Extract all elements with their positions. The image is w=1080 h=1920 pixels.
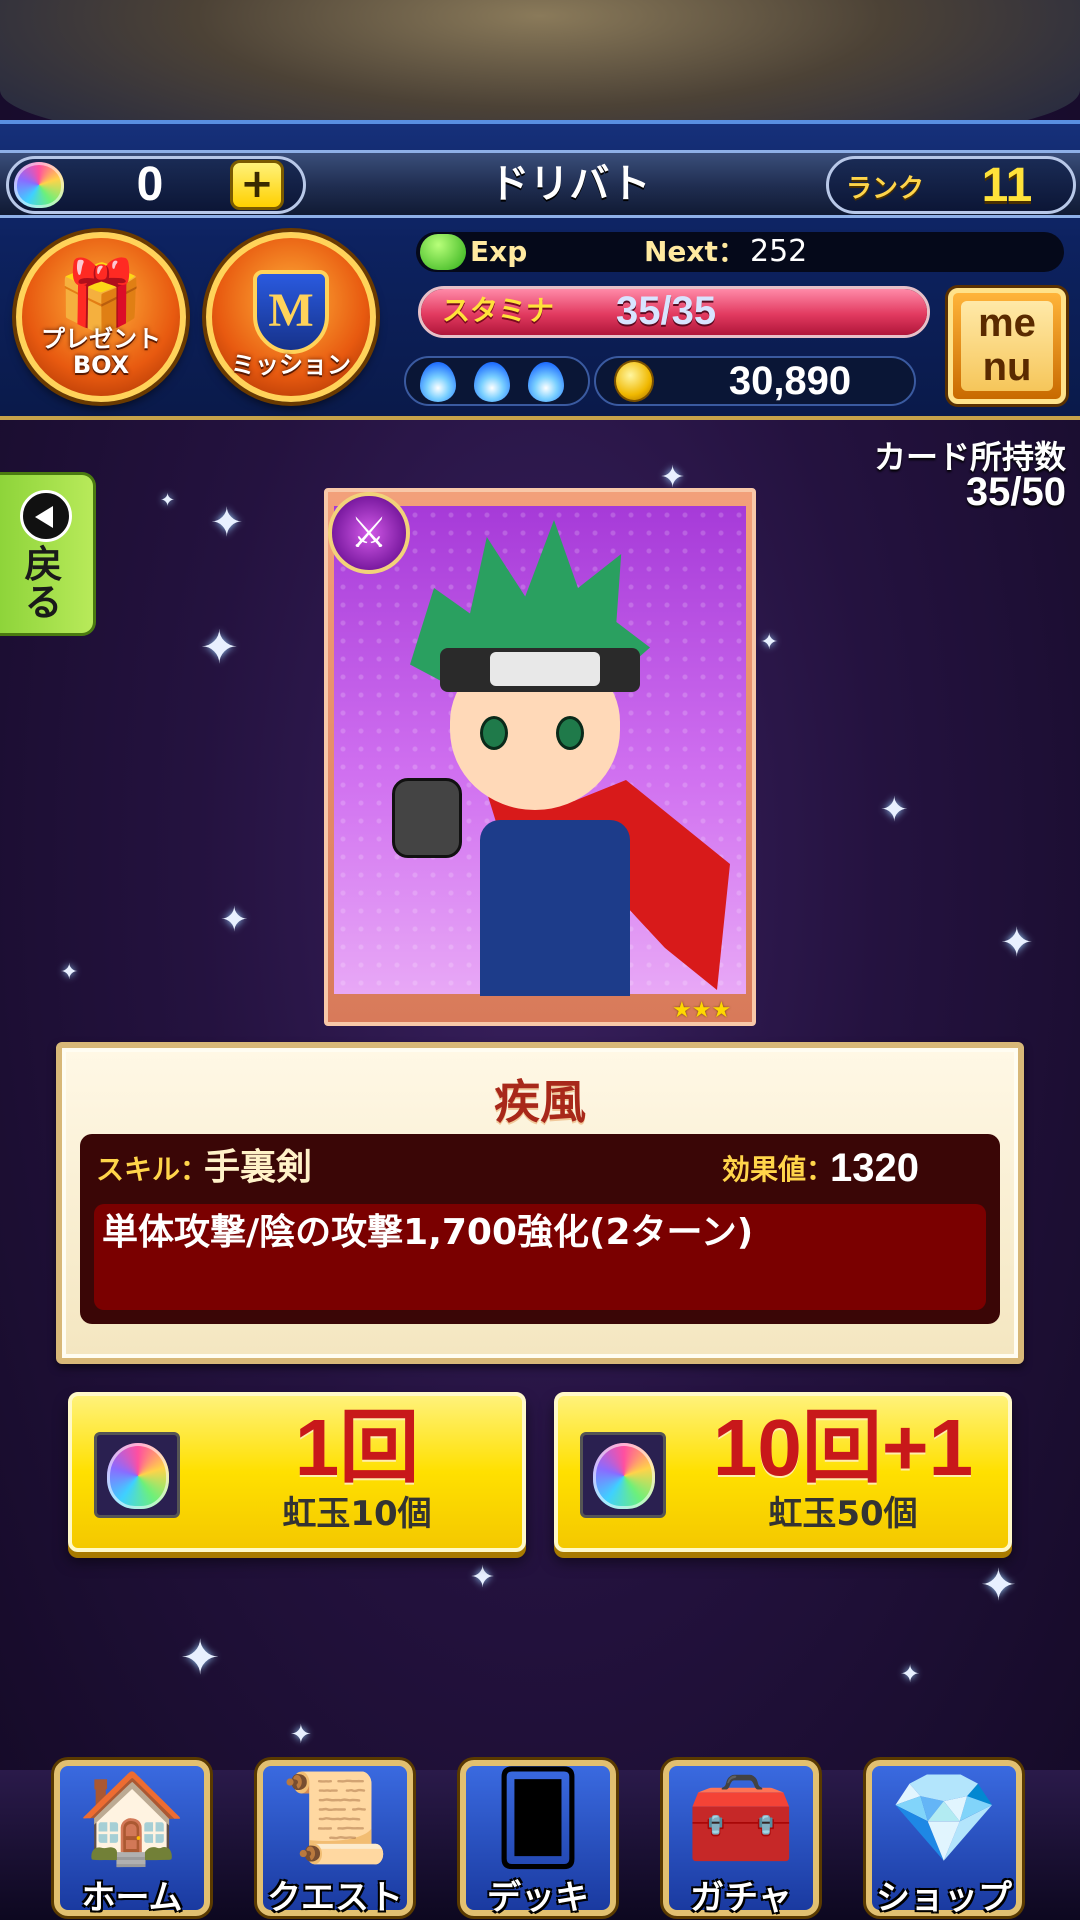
nav-shop[interactable]: 💎 ショップ [856, 1752, 1032, 1920]
exp-gauge-icon [420, 234, 466, 270]
card-count-value: 35/50 [965, 470, 1066, 514]
sparkle-icon: ✦ [180, 1630, 221, 1686]
coin-icon [614, 360, 654, 402]
next-label: Next： [644, 235, 746, 268]
gacha-screen: 0 + ドリバト ランク 11 🎁 プレゼント BOX M ミッション Exp … [0, 0, 1080, 1920]
mission-label: ミッション [231, 351, 351, 379]
single-gacha-button[interactable]: 1回 虹玉10個 [68, 1392, 526, 1552]
player-name: ドリバト [489, 161, 651, 207]
cards-icon: 🂠 [492, 1766, 584, 1869]
coin-value: 30,890 [728, 359, 852, 403]
present-box-button[interactable]: 🎁 プレゼント BOX [16, 232, 186, 402]
gacha-title: 1回 [294, 1403, 420, 1492]
rank-value: 11 [981, 159, 1033, 212]
sparkle-icon: ✦ [760, 630, 779, 655]
gacha-title: 10回+1 [712, 1403, 974, 1492]
effect-value: 1320 [830, 1146, 919, 1190]
stamina-label: スタミナ [442, 294, 555, 327]
present-box-label: プレゼント BOX [41, 325, 161, 379]
nav-quest[interactable]: 📜 クエスト [247, 1752, 423, 1920]
sparkle-icon: ✦ [470, 1560, 496, 1595]
rank-label: ランク [846, 174, 925, 204]
blue-flame-icon [420, 362, 456, 402]
sparkle-icon: ✦ [290, 1720, 312, 1750]
character-eye [556, 716, 584, 750]
mission-crest-icon: M [253, 270, 329, 354]
character-fist [392, 778, 462, 858]
scroll-icon: 📜 [280, 1766, 390, 1869]
nav-label: デッキ [487, 1878, 589, 1918]
sparkle-icon: ✦ [220, 900, 249, 940]
skill-description: 単体攻撃/陰の攻撃1,700強化(2ターン) [102, 1212, 754, 1253]
gift-box-icon: 🎁 [57, 255, 145, 338]
effect-label: 効果値： [722, 1153, 835, 1186]
sparkle-icon: ✦ [980, 1560, 1017, 1611]
menu-label: me nu [961, 301, 1053, 391]
sparkle-icon: ✦ [880, 790, 909, 830]
rainbow-gem-icon [107, 1443, 169, 1509]
menu-button[interactable]: me nu [948, 288, 1066, 404]
back-arrow-icon [20, 490, 72, 542]
skill-label: スキル： [96, 1153, 209, 1186]
nav-label: ショップ [876, 1878, 1012, 1918]
next-exp-value: 252 [750, 234, 808, 269]
treasure-chest-icon: 🧰 [686, 1766, 796, 1869]
character-body [480, 820, 630, 996]
house-icon: 🏠 [77, 1766, 187, 1869]
gem-frame [580, 1432, 666, 1518]
gem-count: 0 [136, 158, 164, 211]
card-name: 疾風 [494, 1075, 586, 1129]
nav-label: クエスト [267, 1878, 403, 1918]
mission-button[interactable]: M ミッション [206, 232, 376, 402]
sparkle-icon: ✦ [200, 620, 239, 674]
blue-flame-icon [528, 362, 564, 402]
nav-gacha[interactable]: 🧰 ガチャ [653, 1752, 829, 1920]
nav-label: ガチャ [690, 1878, 792, 1918]
stamina-value: 35/35 [616, 289, 717, 333]
character-eye [480, 716, 508, 750]
gacha-cost: 虹玉50個 [768, 1494, 918, 1534]
nav-deck[interactable]: 🂠 デッキ [450, 1752, 626, 1920]
rainbow-gem-icon [14, 162, 64, 208]
sparkle-icon: ✦ [60, 960, 79, 985]
nav-label: ホーム [81, 1878, 183, 1918]
blue-flame-icon [474, 362, 510, 402]
ten-gacha-button[interactable]: 10回+1 虹玉50個 [554, 1392, 1012, 1552]
buy-gems-button[interactable]: + [230, 160, 284, 210]
nav-home[interactable]: 🏠 ホーム [44, 1752, 220, 1920]
exp-label: Exp [470, 235, 528, 268]
sparkle-icon: ✦ [160, 490, 176, 511]
rainbow-gem-icon [593, 1443, 655, 1509]
gacha-cost: 虹玉10個 [282, 1494, 432, 1534]
back-label: 戻る [18, 544, 62, 620]
sparkle-icon: ✦ [1000, 920, 1034, 966]
sword-attribute-icon [328, 492, 410, 574]
headband-plate [490, 652, 600, 686]
rainbow-gem-icon: 💎 [889, 1766, 999, 1869]
sparkle-icon: ✦ [210, 500, 244, 546]
card-rarity-stars: ★★★ [672, 998, 732, 1023]
sparkle-icon: ✦ [900, 1660, 921, 1688]
skill-name: 手裏剣 [204, 1147, 313, 1188]
gem-frame [94, 1432, 180, 1518]
